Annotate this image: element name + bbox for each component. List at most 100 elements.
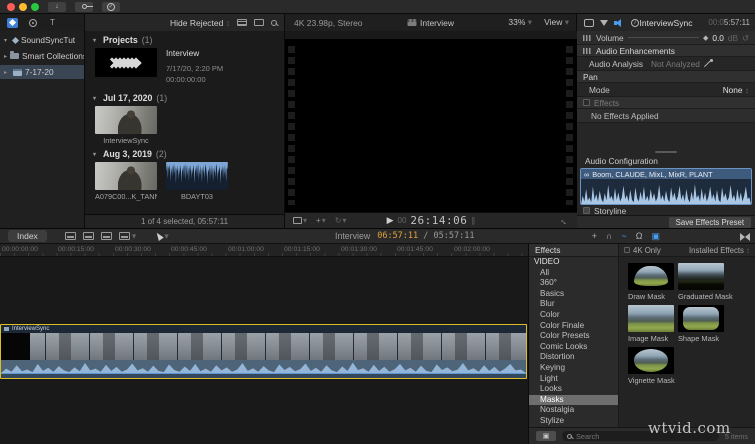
transform-tools-button[interactable]: + ▾ [316, 216, 326, 225]
sidebar-item-event[interactable]: ▸ 7-17-20 [0, 65, 84, 79]
background-tasks-button[interactable]: ✓ [102, 1, 120, 12]
effect-image-mask[interactable]: Image Mask [628, 305, 674, 343]
category-all[interactable]: All [529, 268, 618, 279]
category-color-presets[interactable]: Color Presets [529, 331, 618, 342]
audio-enhancements-header[interactable]: Audio Enhancements [577, 45, 755, 57]
retime-button[interactable]: ↻ ▾ [335, 216, 347, 225]
overwrite-edit-button[interactable]: ▾ [118, 231, 136, 242]
video-inspector-icon[interactable] [584, 18, 594, 27]
category-color-finale[interactable]: Color Finale [529, 321, 618, 332]
overwrite-edit-icon [118, 232, 130, 240]
precision-editor-icon[interactable]: + [592, 231, 597, 241]
volume-slider[interactable] [627, 37, 699, 38]
category-basics[interactable]: Basics [529, 289, 618, 300]
timeline-clip-selected[interactable]: InterviewSync [0, 324, 527, 379]
effects-section-header: Effects [577, 97, 755, 109]
keyframe-icon[interactable]: ◆ [703, 34, 708, 42]
libraries-tab[interactable] [7, 17, 18, 28]
volume-value[interactable]: 0.0 [712, 33, 724, 43]
category-blur[interactable]: Blur [529, 299, 618, 310]
snapping-icon[interactable]: Ω [636, 231, 643, 241]
disclosure-icon[interactable]: ▸ [4, 53, 7, 60]
fullscreen-icon[interactable]: ↔ [558, 214, 571, 227]
clip-label: A079C00...K_TANNR [95, 192, 157, 201]
clip-thumbnail-interviewsync[interactable] [95, 106, 157, 134]
audio-analysis-row[interactable]: Audio Analysis Not Analyzed [577, 57, 755, 71]
magic-wand-icon[interactable] [704, 59, 713, 68]
index-button[interactable]: Index [8, 230, 47, 242]
sidebar-item-library[interactable]: ▾ SoundSyncTut [0, 33, 84, 47]
audio-skimming-icon[interactable]: ~ [621, 231, 626, 241]
category-comic-looks[interactable]: Comic Looks [529, 342, 618, 353]
category-color[interactable]: Color [529, 310, 618, 321]
disclosure-icon[interactable]: ▾ [4, 37, 10, 44]
transitions-browser-icon[interactable] [740, 233, 750, 241]
titlebar: ↓ ✓ [0, 0, 755, 14]
jul-section-header[interactable]: ▾ Jul 17, 2020 (1) [85, 93, 284, 103]
search-icon[interactable] [271, 19, 277, 26]
installed-effects-dropdown[interactable]: Installed Effects ↕ [689, 246, 750, 255]
viewer-zoom-dropdown[interactable]: 33% ▾ [508, 17, 532, 28]
append-edit-icon[interactable] [100, 232, 112, 240]
category-360[interactable]: 360° [529, 278, 618, 289]
pan-header[interactable]: Pan [577, 71, 755, 83]
project-name[interactable]: Interview [166, 48, 223, 58]
panel-drag-handle[interactable] [655, 151, 677, 153]
connect-edit-icon[interactable] [64, 232, 76, 240]
category-masks[interactable]: Masks [529, 394, 618, 406]
category-distortion[interactable]: Distortion [529, 352, 618, 363]
audio-inspector-icon[interactable] [614, 18, 625, 27]
effects-browser-icon[interactable]: ▣ [651, 231, 660, 242]
clip-thumbnail-tannr[interactable] [95, 162, 157, 190]
storyline-checkbox[interactable] [583, 207, 590, 214]
category-keying[interactable]: Keying [529, 363, 618, 374]
timeline-area[interactable]: InterviewSync [0, 257, 528, 444]
effects-checkbox[interactable] [583, 99, 590, 106]
filter-dropdown[interactable]: Hide Rejected ↕ [170, 18, 230, 28]
timeline-ruler[interactable]: 00:00:00:00 00:00:15:00 00:00:30:00 00:0… [0, 244, 528, 257]
viewer-view-dropdown[interactable]: View ▾ [544, 17, 569, 28]
minimize-window-button[interactable] [19, 2, 27, 11]
import-media-button[interactable]: ↓ [48, 1, 66, 12]
category-light[interactable]: Light [529, 374, 618, 385]
save-effects-preset-button[interactable]: Save Effects Preset [668, 216, 751, 228]
photos-audio-tab[interactable] [27, 18, 38, 28]
info-inspector-icon[interactable] [631, 18, 639, 27]
video-frame[interactable] [285, 39, 577, 212]
disclosure-icon[interactable]: ▸ [4, 69, 10, 76]
display-options-button[interactable]: ▾ [293, 216, 307, 225]
titles-generators-tab[interactable]: T [47, 18, 58, 28]
category-looks[interactable]: Looks [529, 384, 618, 395]
category-nostalgia[interactable]: Nostalgia [529, 405, 618, 416]
clip-thumbnail-bdayt03[interactable] [166, 162, 228, 190]
color-inspector-icon[interactable] [600, 19, 608, 26]
keyword-editor-button[interactable] [75, 1, 93, 12]
timecode-prefix: 00 [397, 216, 407, 225]
pan-mode-dropdown[interactable]: None ↕ [723, 85, 749, 95]
filmstrip-view-icon[interactable] [237, 19, 247, 26]
zoom-window-button[interactable] [31, 2, 39, 11]
aug-section-header[interactable]: ▾ Aug 3, 2019 (2) [85, 149, 284, 159]
solo-headphones-icon[interactable]: ∩ [606, 231, 612, 241]
close-window-button[interactable] [7, 2, 15, 11]
4k-only-toggle[interactable]: 4K Only [624, 246, 661, 255]
play-button[interactable]: ▶ [387, 215, 394, 226]
reset-icon[interactable]: ↺ [742, 33, 749, 43]
category-stylize[interactable]: Stylize [529, 416, 618, 427]
insert-edit-icon[interactable] [82, 232, 94, 240]
chevrons-graphic [95, 48, 157, 77]
clip-appearance-icon[interactable] [254, 19, 264, 26]
timeline-project-name[interactable]: Interview [335, 231, 370, 241]
effect-graduated-mask[interactable]: Graduated Mask [678, 263, 733, 301]
sidebar-item-smart-collections[interactable]: ▸ Smart Collections [0, 49, 84, 63]
disclosure-icon: ▾ [93, 37, 97, 44]
effect-shape-mask[interactable]: Shape Mask [678, 305, 724, 343]
effect-draw-mask[interactable]: Draw Mask [628, 263, 674, 301]
audio-component-block[interactable]: ∞ Boom, CLAUDE, MixL, MixR, PLANT [580, 168, 752, 205]
tool-selector[interactable]: ▾ [154, 231, 169, 242]
projects-section-header[interactable]: ▾ Projects (1) [85, 35, 284, 45]
4k-only-checkbox[interactable] [624, 247, 630, 253]
effects-toggle-button[interactable]: ▣ [536, 431, 556, 441]
effect-vignette-mask[interactable]: Vignette Mask [628, 347, 675, 385]
project-thumbnail[interactable] [95, 48, 157, 77]
